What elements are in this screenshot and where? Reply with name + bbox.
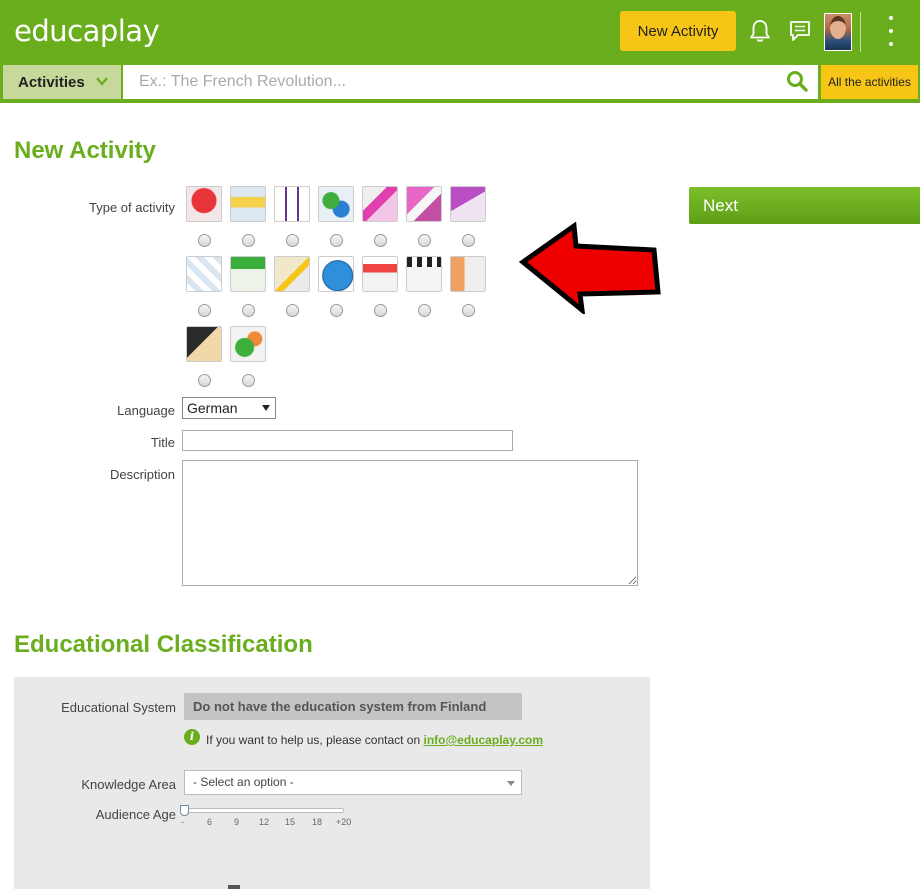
info-message: If you want to help us, please contact o…	[206, 733, 543, 747]
chevron-down-icon	[96, 77, 108, 86]
activity-type-option[interactable]	[450, 256, 486, 317]
activity-type-radio[interactable]	[418, 304, 431, 317]
activity-type-radio[interactable]	[374, 234, 387, 247]
word-search-icon[interactable]	[406, 186, 442, 222]
activity-type-option[interactable]	[406, 186, 442, 247]
age-tick: 9	[234, 817, 240, 827]
fill-blanks-icon[interactable]	[230, 186, 266, 222]
description-textarea[interactable]	[182, 460, 638, 586]
activity-type-radio[interactable]	[330, 234, 343, 247]
bell-icon[interactable]	[748, 18, 772, 44]
chat-icon[interactable]	[789, 19, 811, 43]
audience-age-label: Audience Age	[95, 807, 176, 822]
question-icon[interactable]	[186, 186, 222, 222]
title-label: Title	[150, 435, 175, 450]
educational-system-label: Educational System	[61, 700, 176, 715]
next-button[interactable]: Next	[689, 187, 920, 224]
language-label: Language	[117, 403, 175, 418]
activity-type-radio[interactable]	[198, 374, 211, 387]
avatar[interactable]	[824, 13, 852, 51]
top-bar: educaplay New Activity	[0, 0, 920, 63]
activity-type-option[interactable]	[274, 186, 310, 247]
activity-type-option[interactable]	[362, 256, 398, 317]
logo[interactable]: educaplay	[14, 14, 160, 48]
activity-type-option[interactable]	[318, 186, 354, 247]
activity-type-radio[interactable]	[242, 304, 255, 317]
section-title: Educational Classification	[14, 631, 313, 658]
knowledge-area-value: - Select an option -	[193, 775, 294, 789]
age-tick: +20	[336, 817, 352, 827]
all-activities-button[interactable]: All the activities	[821, 65, 918, 99]
crossword-icon[interactable]	[274, 186, 310, 222]
activity-type-option[interactable]	[186, 326, 222, 387]
age-tick: 12	[259, 817, 270, 827]
dropdown-arrow-icon	[507, 781, 515, 786]
activity-type-radio[interactable]	[198, 234, 211, 247]
age-tick: 6	[207, 817, 213, 827]
contact-email-link[interactable]: info@educaplay.com	[423, 733, 543, 747]
relate-icon[interactable]	[274, 256, 310, 292]
map-quiz-icon[interactable]	[318, 256, 354, 292]
activity-type-option[interactable]	[274, 256, 310, 317]
dictation-icon[interactable]	[362, 186, 398, 222]
search-icon[interactable]	[786, 70, 808, 92]
header-divider	[860, 12, 861, 52]
activity-type-radio[interactable]	[418, 234, 431, 247]
search-input[interactable]	[123, 65, 818, 99]
activity-type-option[interactable]	[186, 186, 222, 247]
age-tick: 15	[285, 817, 296, 827]
activity-type-radio[interactable]	[198, 304, 211, 317]
activities-dropdown-label: Activities	[18, 73, 85, 91]
red-arrow-annotation	[518, 222, 661, 314]
dialogue-icon[interactable]	[230, 326, 266, 362]
description-label: Description	[109, 467, 175, 482]
activity-type-option[interactable]	[230, 326, 266, 387]
word-search-grid-icon[interactable]	[230, 256, 266, 292]
partial-element	[228, 885, 240, 889]
activity-type-radio[interactable]	[286, 304, 299, 317]
matching-icon[interactable]	[318, 186, 354, 222]
page-title: New Activity	[14, 137, 156, 164]
diagram-icon[interactable]	[450, 256, 486, 292]
activity-type-option[interactable]	[318, 256, 354, 317]
knowledge-area-label: Knowledge Area	[81, 777, 176, 792]
activity-type-radio[interactable]	[330, 304, 343, 317]
activity-type-radio[interactable]	[462, 234, 475, 247]
activity-type-option[interactable]	[362, 186, 398, 247]
info-prefix: If you want to help us, please contact o…	[206, 733, 424, 747]
activity-type-option[interactable]	[230, 186, 266, 247]
audience-age-ticks: - 6 9 12 15 18 +20	[178, 817, 358, 829]
audience-age-slider-track[interactable]	[182, 808, 344, 813]
title-input[interactable]	[182, 430, 513, 451]
video-quiz-icon[interactable]	[406, 256, 442, 292]
educational-system-value: Do not have the education system from Fi…	[184, 693, 522, 720]
activity-type-option[interactable]	[186, 256, 222, 317]
activity-type-radio[interactable]	[242, 234, 255, 247]
activities-dropdown[interactable]: Activities	[3, 65, 121, 99]
activity-type-option[interactable]	[230, 256, 266, 317]
new-activity-button[interactable]: New Activity	[620, 11, 736, 51]
language-value: German	[187, 400, 238, 416]
type-of-activity-label: Type of activity	[89, 200, 175, 215]
riddle-icon[interactable]	[186, 256, 222, 292]
activity-type-radio[interactable]	[286, 234, 299, 247]
age-tick: -	[181, 817, 184, 827]
dropdown-arrow-icon	[262, 405, 270, 411]
alphabet-icon[interactable]	[450, 186, 486, 222]
info-icon: i	[184, 729, 200, 745]
slideshow-icon[interactable]	[362, 256, 398, 292]
image-icon[interactable]	[186, 326, 222, 362]
kebab-menu-icon[interactable]	[884, 16, 898, 46]
language-select[interactable]: German	[182, 397, 276, 419]
activity-type-option[interactable]	[450, 186, 486, 247]
knowledge-area-select[interactable]: - Select an option -	[184, 770, 522, 795]
activity-type-radio[interactable]	[374, 304, 387, 317]
age-tick: 18	[312, 817, 323, 827]
activity-type-radio[interactable]	[462, 304, 475, 317]
audience-age-slider-handle[interactable]	[180, 805, 189, 816]
search-bar: Activities All the activities	[0, 63, 920, 103]
activity-type-radio[interactable]	[242, 374, 255, 387]
activity-type-option[interactable]	[406, 256, 442, 317]
